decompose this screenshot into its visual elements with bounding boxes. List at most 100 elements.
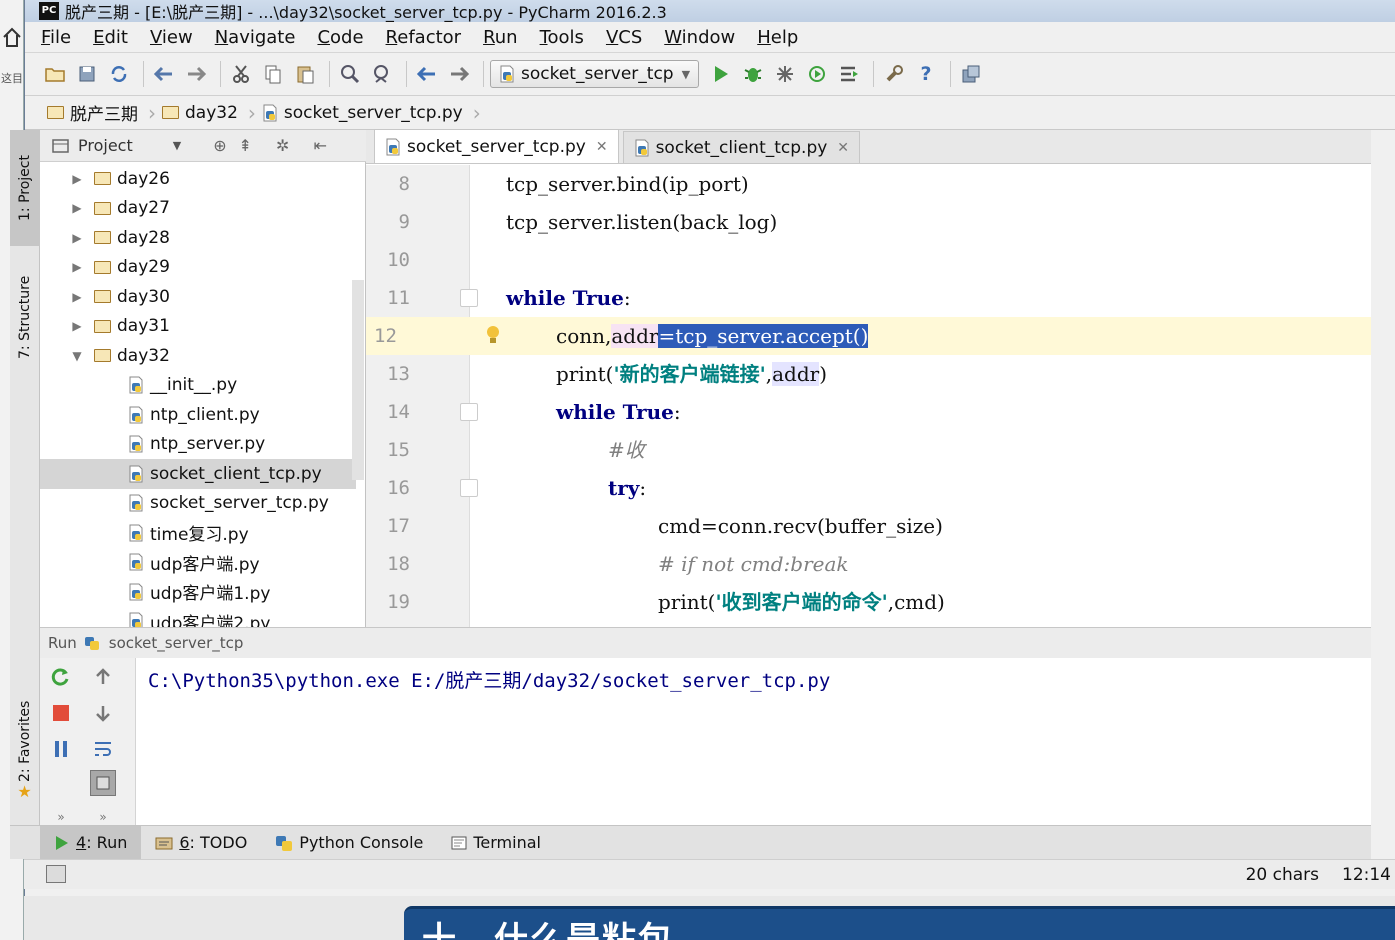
back-icon[interactable]: [413, 60, 441, 88]
tree-item[interactable]: ▶ day27: [40, 194, 356, 224]
code-line: # if not cmd:break: [470, 545, 1371, 583]
redo-icon[interactable]: [182, 60, 210, 88]
open-folder-icon[interactable]: [41, 60, 69, 88]
menu-run[interactable]: Run: [483, 27, 518, 48]
menu-view[interactable]: View: [150, 27, 193, 48]
hide-panel-icon[interactable]: ⇤: [313, 136, 326, 155]
forward-icon[interactable]: [445, 60, 473, 88]
menu-navigate[interactable]: Navigate: [215, 27, 296, 48]
tree-item[interactable]: udp客户端.py: [40, 548, 356, 578]
arrow-down-icon[interactable]: [90, 700, 116, 726]
tree-item[interactable]: ▶ day28: [40, 223, 356, 253]
tree-item[interactable]: ntp_client.py: [40, 400, 356, 430]
arrow-up-icon[interactable]: [90, 664, 116, 690]
chevron-down-icon[interactable]: ▼: [70, 349, 84, 363]
menu-window[interactable]: Window: [664, 27, 735, 48]
close-icon[interactable]: ✕: [837, 140, 849, 156]
toolbar-separator: [873, 61, 875, 87]
chevron-right-icon[interactable]: ▶: [70, 319, 84, 333]
tree-item[interactable]: ▶ day26: [40, 164, 356, 194]
console-output[interactable]: C:\Python35\python.exe E:/脱产三期/day32/soc…: [148, 666, 830, 693]
breadcrumb-day32[interactable]: day32: [162, 103, 238, 123]
tool-tab-project[interactable]: 1: Project: [10, 130, 40, 246]
rerun-icon[interactable]: [48, 664, 74, 690]
profile-icon[interactable]: [803, 60, 831, 88]
undo-icon[interactable]: [150, 60, 178, 88]
pause-icon[interactable]: [48, 736, 74, 762]
menu-help[interactable]: Help: [757, 27, 798, 48]
code-string: '新的客户端链接': [613, 362, 766, 386]
save-all-icon[interactable]: [73, 60, 101, 88]
debug-icon[interactable]: [739, 60, 767, 88]
chevron-right-icon[interactable]: ▶: [70, 172, 84, 186]
menu-code[interactable]: Code: [317, 27, 363, 48]
tab-socket-server-tcp[interactable]: socket_server_tcp.py ✕: [374, 129, 619, 163]
caret-position[interactable]: 12:14: [1342, 865, 1391, 885]
tree-item[interactable]: udp客户端1.py: [40, 577, 356, 607]
tree-item[interactable]: socket_server_tcp.py: [40, 489, 356, 519]
chevron-right-icon[interactable]: ▶: [70, 260, 84, 274]
project-view-select[interactable]: Project: [78, 136, 133, 155]
soft-wrap-icon[interactable]: [90, 736, 116, 762]
menu-tools[interactable]: Tools: [540, 27, 584, 48]
tool-tab-run[interactable]: 4: Run: [40, 825, 142, 860]
menu-file[interactable]: File: [41, 27, 71, 48]
paste-icon[interactable]: [291, 60, 319, 88]
tree-item[interactable]: ▶ day31: [40, 312, 356, 342]
tree-item[interactable]: ntp_server.py: [40, 430, 356, 460]
tab-socket-client-tcp[interactable]: socket_client_tcp.py ✕: [622, 131, 861, 163]
synchronize-icon[interactable]: [105, 60, 133, 88]
tool-tab-terminal[interactable]: Terminal: [437, 826, 555, 860]
tree-scrollbar[interactable]: [352, 280, 364, 480]
menu-edit[interactable]: Edit: [93, 27, 128, 48]
breadcrumb-file[interactable]: socket_server_tcp.py: [262, 103, 463, 123]
tree-item[interactable]: __init__.py: [40, 371, 356, 401]
collapse-all-icon[interactable]: ⇞: [239, 136, 252, 155]
chevron-down-icon[interactable]: ▼: [173, 139, 181, 152]
vcs-icon[interactable]: [957, 60, 985, 88]
run-config-tab[interactable]: socket_server_tcp: [109, 634, 244, 652]
tool-tab-structure[interactable]: 7: Structure: [10, 258, 40, 376]
menu-vcs[interactable]: VCS: [606, 27, 642, 48]
tree-item[interactable]: socket_client_tcp.py: [40, 459, 356, 489]
copy-icon[interactable]: [259, 60, 287, 88]
help-icon[interactable]: ?: [912, 60, 940, 88]
tree-item[interactable]: udp客户端2.py: [40, 607, 356, 627]
pin-tab-icon[interactable]: [90, 770, 116, 796]
close-icon[interactable]: ✕: [596, 139, 608, 155]
scroll-from-source-icon[interactable]: ⊕: [213, 136, 226, 155]
terminal-icon: [451, 836, 467, 849]
folder-icon: [94, 349, 111, 363]
tree-item[interactable]: ▶ day29: [40, 253, 356, 283]
tool-tab-todo[interactable]: 6: TODO: [141, 826, 261, 860]
tree-item[interactable]: time复习.py: [40, 518, 356, 548]
run-with-coverage-icon[interactable]: [771, 60, 799, 88]
pycharm-logo-icon: PC: [39, 2, 59, 20]
chevron-right-icon[interactable]: ▶: [70, 290, 84, 304]
breadcrumb-project[interactable]: 脱产三期: [47, 100, 138, 125]
home-icon[interactable]: [2, 26, 22, 48]
tree-item[interactable]: ▼ day32: [40, 341, 356, 371]
stop-icon[interactable]: [48, 700, 74, 726]
replace-icon[interactable]: [368, 60, 396, 88]
tree-item[interactable]: ▶ day30: [40, 282, 356, 312]
menu-refactor[interactable]: Refactor: [386, 27, 462, 48]
tool-tab-label: Terminal: [473, 833, 541, 852]
chevron-right-icon[interactable]: ▶: [70, 231, 84, 245]
find-icon[interactable]: [336, 60, 364, 88]
code-area[interactable]: tcp_server.bind(ip_port) tcp_server.list…: [470, 165, 1371, 627]
lightbulb-icon[interactable]: [486, 325, 500, 345]
run-icon[interactable]: [707, 60, 735, 88]
tree-item-label: socket_client_tcp.py: [150, 463, 322, 484]
run-configuration-select[interactable]: socket_server_tcp ▼: [490, 60, 700, 88]
tree-item-label: day28: [117, 227, 170, 248]
chevron-right-icon[interactable]: ▶: [70, 201, 84, 215]
folder-icon: [94, 260, 111, 274]
concurrency-icon[interactable]: [835, 60, 863, 88]
settings-wrench-icon[interactable]: [880, 60, 908, 88]
tool-tab-favorites[interactable]: ★ 2: Favorites: [10, 690, 40, 812]
gear-icon[interactable]: ✲: [276, 136, 289, 155]
tool-windows-toggle-icon[interactable]: [46, 865, 66, 883]
cut-icon[interactable]: [227, 60, 255, 88]
tool-tab-python-console[interactable]: Python Console: [261, 826, 437, 860]
